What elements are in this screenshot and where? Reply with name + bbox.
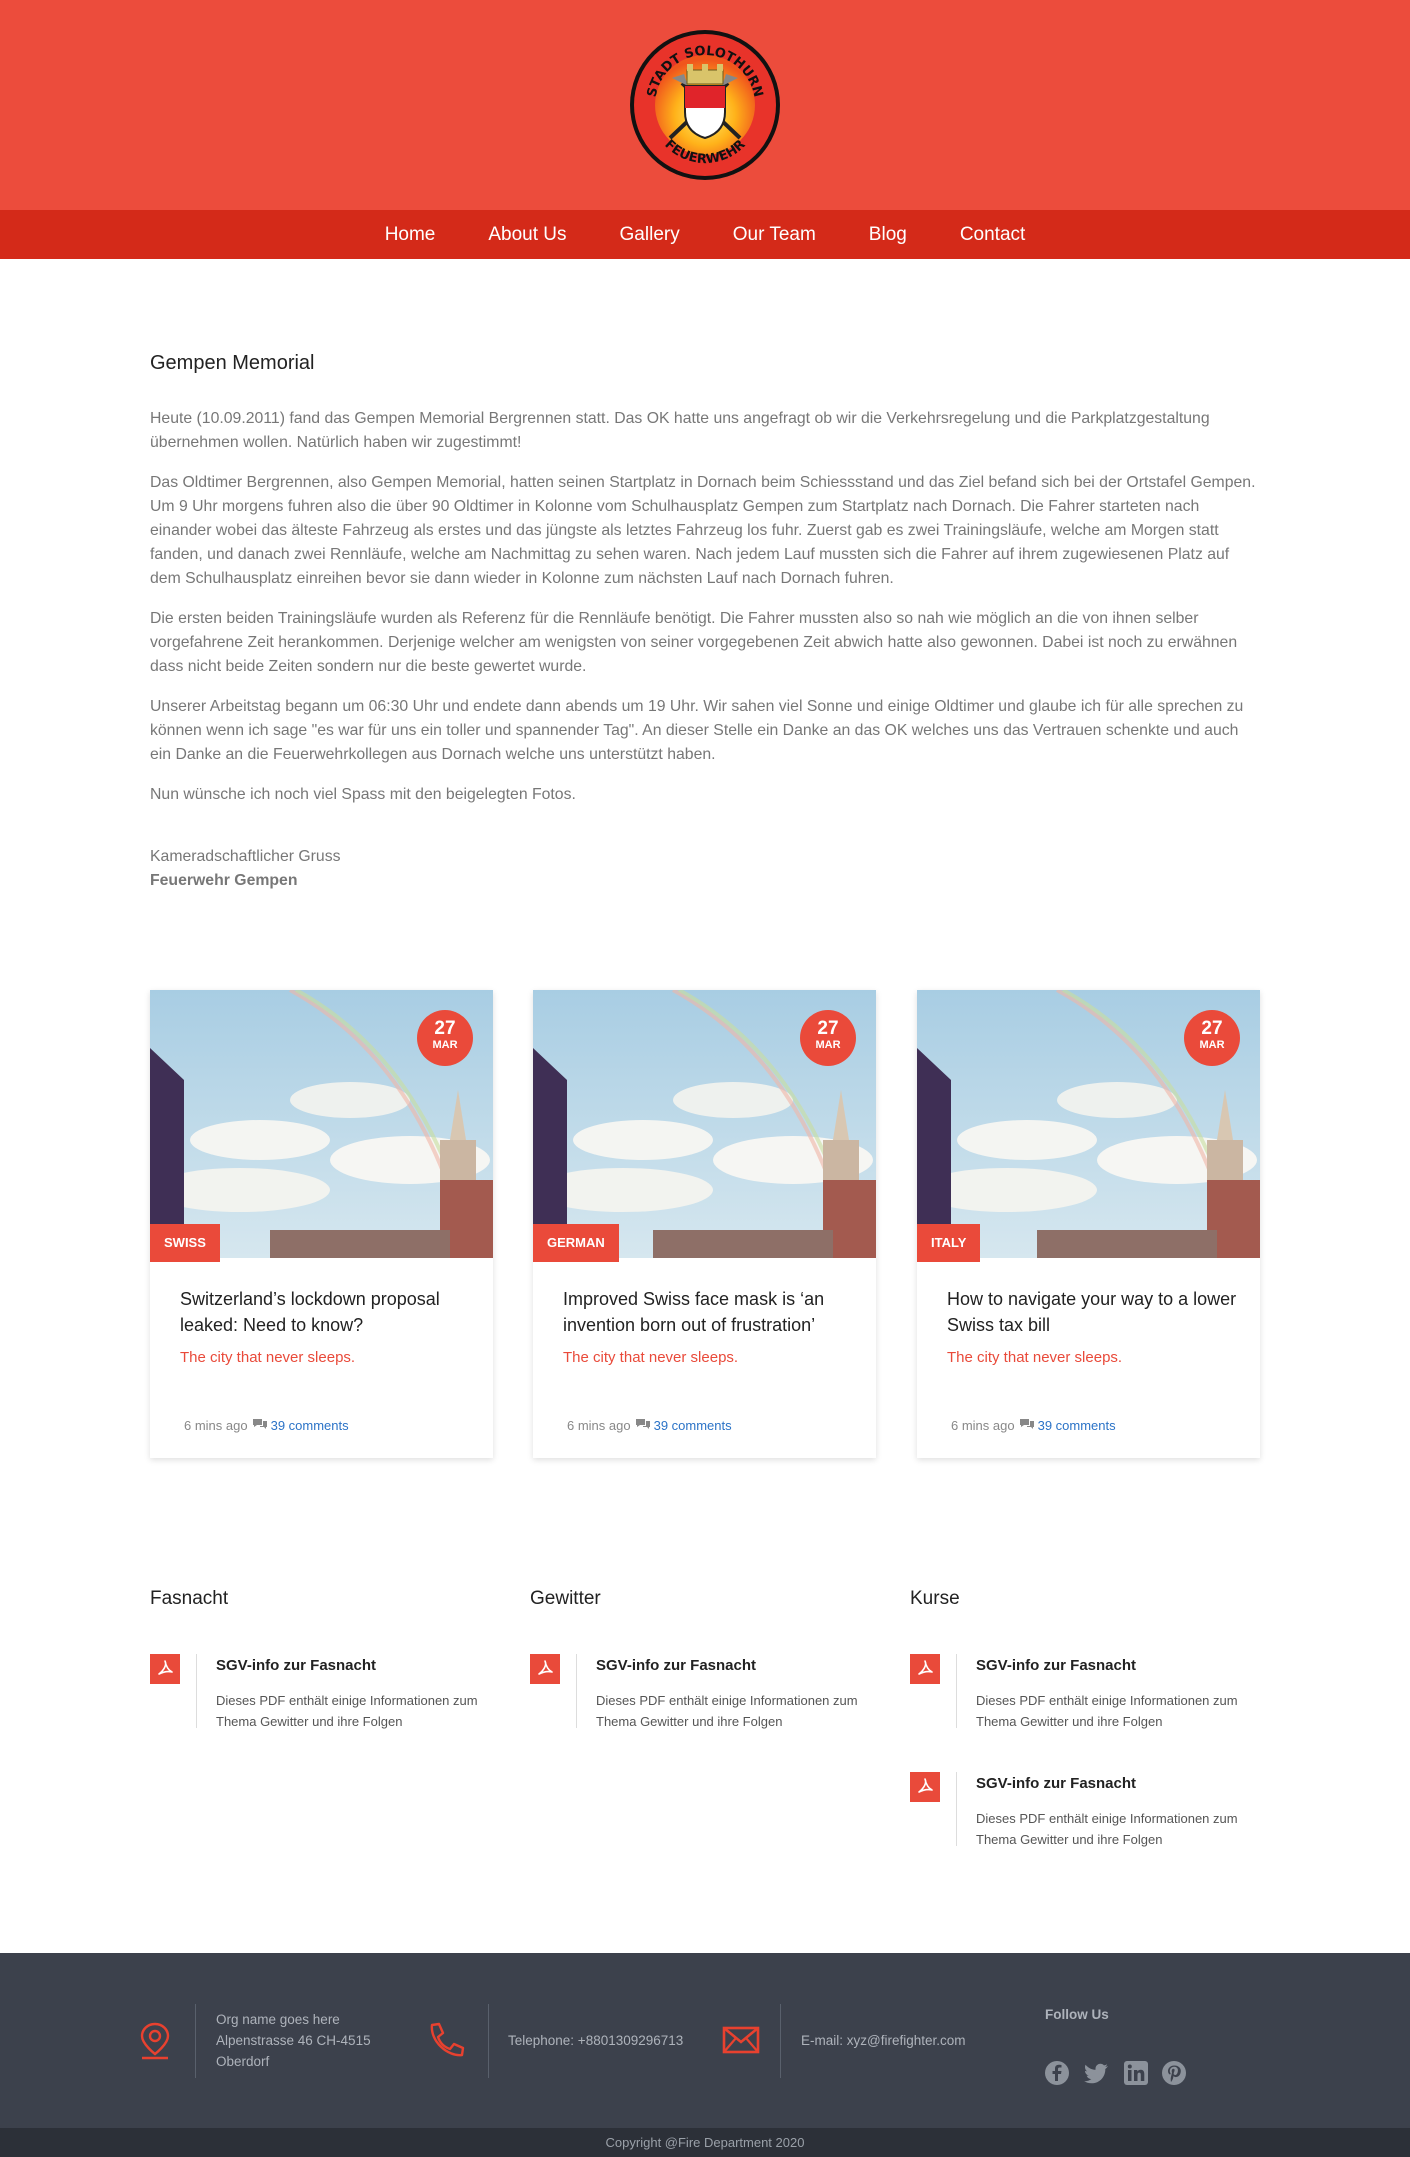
category-tag[interactable]: ITALY — [917, 1224, 981, 1262]
blog-card-title[interactable]: Improved Swiss face mask is ‘an inventio… — [563, 1286, 853, 1338]
date-day: 27 — [817, 1018, 839, 1039]
download-title[interactable]: SGV-info zur Fasnacht — [976, 1657, 1136, 1674]
download-item[interactable]: SGV-info zur Fasnacht Dieses PDF enthält… — [910, 1772, 1270, 1848]
divider — [196, 1654, 197, 1728]
category-tag[interactable]: SWISS — [150, 1224, 220, 1262]
download-item[interactable]: SGV-info zur Fasnacht Dieses PDF enthält… — [530, 1654, 890, 1730]
nav-home[interactable]: Home — [385, 210, 436, 259]
downloads-column-fasnacht: Fasnacht SGV-info zur Fasnacht Dieses PD… — [150, 1588, 510, 1772]
article-paragraph: Heute (10.09.2011) fand das Gempen Memor… — [150, 410, 1210, 451]
download-title[interactable]: SGV-info zur Fasnacht — [216, 1657, 376, 1674]
download-description: Dieses PDF enthält einige Informationen … — [596, 1693, 858, 1729]
blog-card-subtitle: The city that never sleeps. — [947, 1349, 1123, 1366]
nav-our-team[interactable]: Our Team — [733, 210, 816, 259]
download-title[interactable]: SGV-info zur Fasnacht — [976, 1775, 1136, 1792]
divider — [576, 1654, 577, 1728]
article: Gempen Memorial Heute (10.09.2011) fand … — [150, 352, 1260, 893]
address-line: Org name goes here — [216, 2012, 340, 2027]
blog-card-subtitle: The city that never sleeps. — [563, 1349, 739, 1366]
nav-about-us[interactable]: About Us — [488, 210, 566, 259]
linkedin-icon[interactable] — [1123, 2060, 1149, 2086]
download-description: Dieses PDF enthält einige Informationen … — [216, 1693, 478, 1729]
blog-cards: 27 MAR SWISS Switzerland’s lockdown prop… — [150, 990, 1260, 1460]
date-badge: 27 MAR — [800, 1010, 856, 1066]
blog-card[interactable]: 27 MAR SWISS Switzerland’s lockdown prop… — [150, 990, 493, 1458]
twitter-icon[interactable] — [1084, 2060, 1110, 2086]
date-badge: 27 MAR — [417, 1010, 473, 1066]
article-title: Gempen Memorial — [150, 352, 315, 374]
date-badge: 27 MAR — [1184, 1010, 1240, 1066]
blog-card-meta: 6 mins ago 39 comments — [184, 1418, 349, 1433]
blog-card-meta: 6 mins ago 39 comments — [567, 1418, 732, 1433]
comments-icon — [1019, 1418, 1035, 1433]
blog-card[interactable]: 27 MAR GERMAN Improved Swiss face mask i… — [533, 990, 876, 1458]
comments-link[interactable]: 39 comments — [654, 1418, 732, 1433]
footer-phone[interactable]: Telephone: +8801309296713 — [508, 2030, 683, 2051]
follow-us-title: Follow Us — [1045, 2007, 1109, 2022]
blog-card-title[interactable]: How to navigate your way to a lower Swis… — [947, 1286, 1237, 1338]
downloads-heading: Gewitter — [530, 1588, 601, 1609]
download-title[interactable]: SGV-info zur Fasnacht — [596, 1657, 756, 1674]
post-time: 6 mins ago — [951, 1418, 1015, 1433]
pdf-icon[interactable] — [150, 1654, 180, 1684]
date-month: MAR — [815, 1039, 841, 1051]
download-item[interactable]: SGV-info zur Fasnacht Dieses PDF enthält… — [150, 1654, 510, 1730]
article-paragraph: Die ersten beiden Trainingsläufe wurden … — [150, 610, 1238, 675]
article-signature: Feuerwehr Gempen — [150, 872, 298, 889]
category-tag[interactable]: GERMAN — [533, 1224, 619, 1262]
pdf-icon[interactable] — [910, 1654, 940, 1684]
divider — [956, 1772, 957, 1846]
post-time: 6 mins ago — [567, 1418, 631, 1433]
nav-contact[interactable]: Contact — [960, 210, 1025, 259]
comments-icon — [635, 1418, 651, 1433]
fire-department-logo[interactable]: STADT SOLOTHURN FEUERWEHR — [628, 28, 782, 182]
blog-card-subtitle: The city that never sleeps. — [180, 1349, 356, 1366]
footer-email[interactable]: E-mail: xyz@firefighter.com — [801, 2030, 966, 2051]
location-pin-icon — [136, 2021, 174, 2066]
pinterest-icon[interactable] — [1161, 2060, 1187, 2086]
downloads-heading: Kurse — [910, 1588, 960, 1609]
comments-icon — [252, 1418, 268, 1433]
divider — [488, 2004, 489, 2078]
divider — [956, 1654, 957, 1728]
address-line: Oberdorf — [216, 2054, 270, 2069]
footer: Org name goes here Alpenstrasse 46 CH-45… — [0, 1953, 1410, 2128]
article-paragraph: Unserer Arbeitstag begann um 06:30 Uhr u… — [150, 698, 1244, 763]
blog-card[interactable]: 27 MAR ITALY How to navigate your way to… — [917, 990, 1260, 1458]
divider — [780, 2004, 781, 2078]
downloads-heading: Fasnacht — [150, 1588, 229, 1609]
divider — [195, 2004, 196, 2078]
date-day: 27 — [434, 1018, 456, 1039]
copyright: Copyright @Fire Department 2020 — [0, 2128, 1410, 2157]
comments-link[interactable]: 39 comments — [271, 1418, 349, 1433]
downloads-column-kurse: Kurse SGV-info zur Fasnacht Dieses PDF e… — [910, 1588, 1270, 1890]
date-day: 27 — [1201, 1018, 1223, 1039]
nav-blog[interactable]: Blog — [869, 210, 907, 259]
phone-icon — [424, 2019, 468, 2068]
date-month: MAR — [432, 1039, 458, 1051]
download-description: Dieses PDF enthält einige Informationen … — [976, 1811, 1238, 1847]
pdf-icon[interactable] — [910, 1772, 940, 1802]
footer-address: Org name goes here Alpenstrasse 46 CH-45… — [216, 2009, 371, 2072]
date-month: MAR — [1199, 1039, 1225, 1051]
comments-link[interactable]: 39 comments — [1038, 1418, 1116, 1433]
nav-gallery[interactable]: Gallery — [620, 210, 680, 259]
main-navigation: Home About Us Gallery Our Team Blog Cont… — [0, 210, 1410, 259]
pdf-icon[interactable] — [530, 1654, 560, 1684]
article-greeting: Kameradschaftlicher Gruss — [150, 848, 341, 865]
article-paragraph: Das Oldtimer Bergrennen, also Gempen Mem… — [150, 474, 1256, 587]
download-item[interactable]: SGV-info zur Fasnacht Dieses PDF enthält… — [910, 1654, 1270, 1730]
blog-card-meta: 6 mins ago 39 comments — [951, 1418, 1116, 1433]
downloads-column-gewitter: Gewitter SGV-info zur Fasnacht Dieses PD… — [530, 1588, 890, 1772]
address-line: Alpenstrasse 46 CH-4515 — [216, 2033, 371, 2048]
post-time: 6 mins ago — [184, 1418, 248, 1433]
article-paragraph: Nun wünsche ich noch viel Spass mit den … — [150, 786, 576, 803]
envelope-icon — [722, 2026, 760, 2059]
download-description: Dieses PDF enthält einige Informationen … — [976, 1693, 1238, 1729]
facebook-icon[interactable] — [1044, 2060, 1070, 2086]
blog-card-title[interactable]: Switzerland’s lockdown proposal leaked: … — [180, 1286, 470, 1338]
